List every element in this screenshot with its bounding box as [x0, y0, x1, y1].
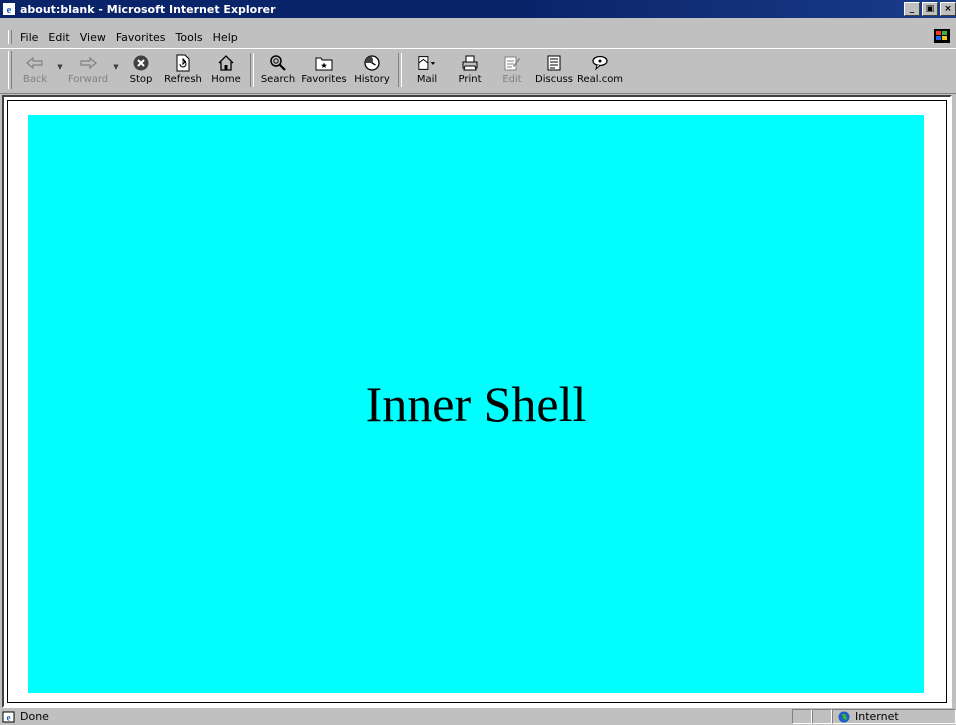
back-icon: [25, 53, 45, 73]
history-button[interactable]: History: [350, 49, 394, 93]
discuss-label: Discuss: [535, 74, 573, 85]
maximize-button[interactable]: ▣: [922, 2, 938, 16]
stop-button[interactable]: Stop: [122, 49, 160, 93]
ie-icon[interactable]: e: [2, 2, 16, 16]
standard-toolbar: Back ▼ Forward ▼ Stop Refresh Home Searc…: [0, 48, 956, 94]
menu-view[interactable]: View: [76, 31, 112, 44]
mail-button[interactable]: Mail: [406, 49, 448, 93]
favorites-button[interactable]: Favorites: [298, 49, 350, 93]
refresh-button[interactable]: Refresh: [160, 49, 206, 93]
mail-icon: [417, 53, 437, 73]
mail-label: Mail: [416, 74, 438, 85]
favorites-icon: [314, 53, 334, 73]
page-icon: e: [2, 711, 16, 723]
print-label: Print: [458, 74, 482, 85]
forward-button[interactable]: Forward: [66, 49, 110, 93]
status-bar: e Done Internet: [0, 708, 956, 725]
stop-label: Stop: [129, 74, 153, 85]
history-label: History: [354, 74, 390, 85]
inner-shell-box: Inner Shell: [28, 115, 924, 693]
svg-text:e: e: [7, 712, 11, 722]
toolbar-separator: [250, 53, 254, 87]
forward-dropdown-arrow[interactable]: ▼: [110, 63, 122, 71]
home-icon: [216, 53, 236, 73]
search-button[interactable]: Search: [258, 49, 298, 93]
menu-tools[interactable]: Tools: [172, 31, 209, 44]
status-pane: [792, 709, 812, 724]
menu-favorites[interactable]: Favorites: [112, 31, 172, 44]
back-button[interactable]: Back: [16, 49, 54, 93]
realcom-label: Real.com: [576, 74, 624, 85]
forward-icon: [78, 53, 98, 73]
title-bar[interactable]: e about:blank - Microsoft Internet Explo…: [0, 0, 956, 18]
status-pane: [812, 709, 832, 724]
stop-icon: [131, 53, 151, 73]
status-text: Done: [20, 710, 49, 723]
realcom-button[interactable]: Real.com: [576, 49, 624, 93]
favorites-label: Favorites: [301, 74, 347, 85]
back-label: Back: [22, 74, 48, 85]
window-title: about:blank - Microsoft Internet Explore…: [20, 2, 276, 16]
edit-button[interactable]: Edit: [492, 49, 532, 93]
menu-bar: File Edit View Favorites Tools Help: [0, 28, 956, 46]
forward-label: Forward: [67, 74, 109, 85]
discuss-icon: [544, 53, 564, 73]
windows-flag-icon: [934, 29, 950, 43]
security-zone[interactable]: Internet: [832, 709, 956, 724]
menu-help[interactable]: Help: [209, 31, 244, 44]
page-border: Inner Shell: [7, 100, 947, 703]
menu-file[interactable]: File: [16, 31, 44, 44]
edit-icon: [502, 53, 522, 73]
menu-edit[interactable]: Edit: [44, 31, 75, 44]
print-icon: [460, 53, 480, 73]
zone-label: Internet: [855, 710, 899, 723]
refresh-icon: [173, 53, 193, 73]
globe-icon: [837, 711, 851, 723]
edit-label: Edit: [502, 74, 522, 85]
toolbar-separator: [398, 53, 402, 87]
minimize-button[interactable]: _: [904, 2, 920, 16]
svg-text:e: e: [7, 4, 12, 16]
toolbar-grip[interactable]: [8, 51, 12, 89]
realcom-icon: [590, 53, 610, 73]
search-icon: [268, 53, 288, 73]
search-label: Search: [260, 74, 296, 85]
refresh-label: Refresh: [164, 74, 202, 85]
discuss-button[interactable]: Discuss: [532, 49, 576, 93]
inner-shell-text: Inner Shell: [365, 376, 587, 432]
menubar-grip[interactable]: [8, 30, 12, 44]
browser-content-area[interactable]: Inner Shell: [2, 95, 952, 708]
history-icon: [362, 53, 382, 73]
print-button[interactable]: Print: [448, 49, 492, 93]
back-dropdown-arrow[interactable]: ▼: [54, 63, 66, 71]
home-button[interactable]: Home: [206, 49, 246, 93]
home-label: Home: [211, 74, 241, 85]
close-button[interactable]: ×: [940, 2, 956, 16]
